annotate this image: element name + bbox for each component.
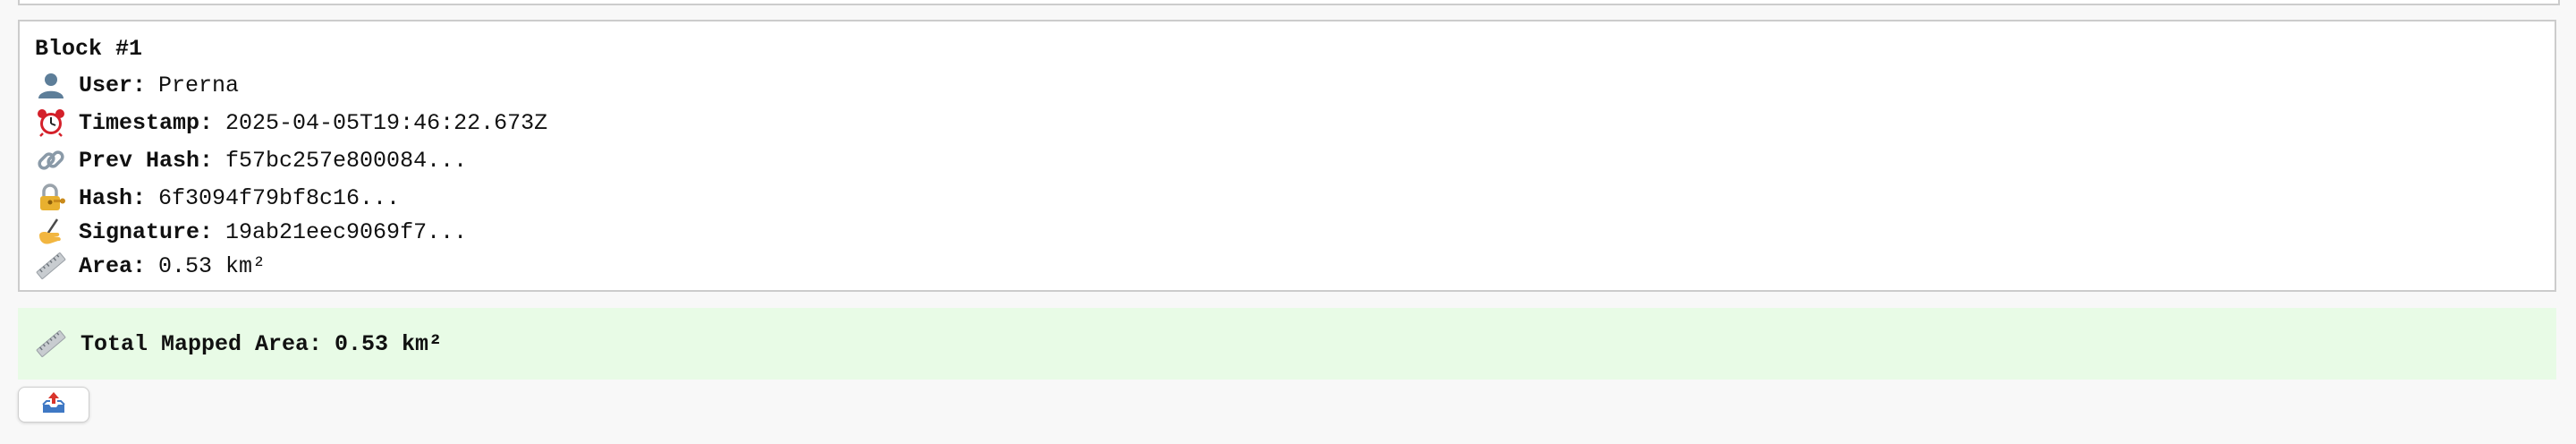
signature-value: 19ab21eec9069f7...: [225, 218, 468, 245]
hash-label: Hash:: [79, 184, 147, 211]
user-label: User:: [79, 72, 147, 98]
area-row: Area: 0.53 km²: [34, 251, 266, 281]
user-row: User: Prerna: [34, 70, 239, 100]
prev-hash-label: Prev Hash:: [79, 147, 214, 174]
signature-label: Signature:: [79, 218, 214, 245]
signature-row: Signature: 19ab21eec9069f7...: [34, 217, 467, 247]
area-label: Area:: [79, 252, 147, 279]
total-mapped-area-value: 0.53 km²: [335, 330, 443, 357]
lock-with-key-icon: [34, 183, 68, 213]
user-value: Prerna: [158, 72, 240, 98]
hash-value: 6f3094f79bf8c16...: [158, 184, 401, 211]
outbox-tray-icon: [40, 390, 67, 420]
timestamp-value: 2025-04-05T19:46:22.673Z: [225, 109, 548, 136]
total-mapped-area-label: Total Mapped Area:: [80, 330, 323, 357]
chain-link-icon: [34, 145, 68, 175]
block-card: Block #1 User: Prerna Timestamp: 2025-04…: [18, 20, 2556, 292]
user-silhouette-icon: [34, 70, 68, 100]
ruler-icon: [34, 251, 68, 281]
prev-hash-row: Prev Hash: f57bc257e800084...: [34, 145, 467, 175]
previous-block-card-edge: [18, 0, 2560, 5]
writing-hand-icon: [34, 217, 68, 247]
prev-hash-value: f57bc257e800084...: [225, 147, 468, 174]
timestamp-label: Timestamp:: [79, 109, 214, 136]
hash-row: Hash: 6f3094f79bf8c16...: [34, 183, 400, 213]
total-mapped-area-banner: Total Mapped Area: 0.53 km²: [18, 308, 2556, 380]
ruler-icon: [34, 329, 68, 359]
export-button[interactable]: [18, 387, 89, 423]
alarm-clock-icon: [34, 107, 68, 138]
area-value: 0.53 km²: [158, 252, 267, 279]
timestamp-row: Timestamp: 2025-04-05T19:46:22.673Z: [34, 107, 547, 138]
block-title: Block #1: [35, 36, 143, 62]
